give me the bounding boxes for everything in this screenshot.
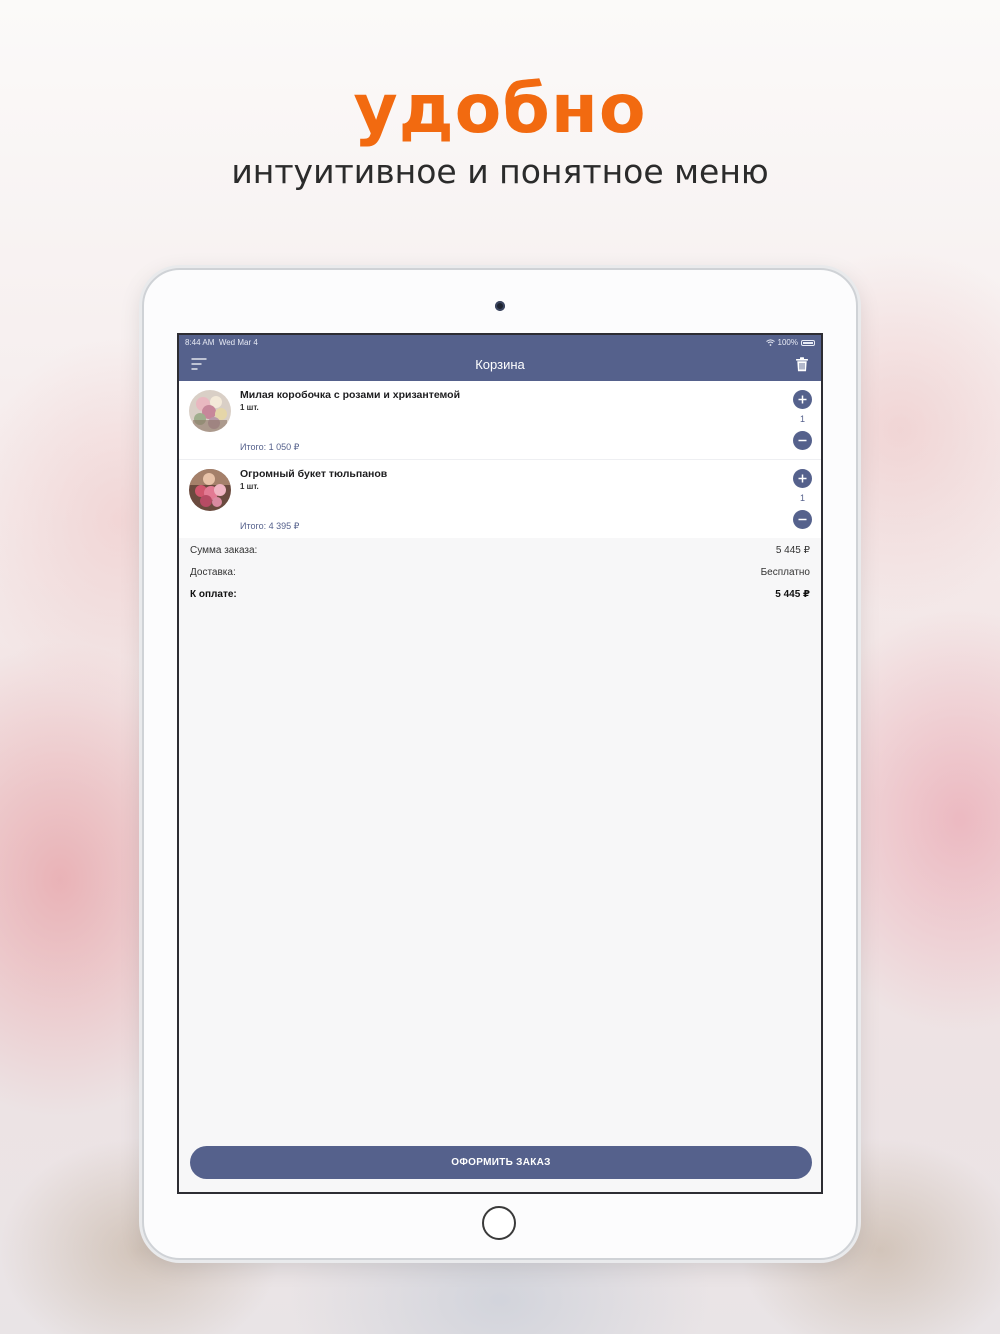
order-sum-value: 5 445 ₽: [775, 545, 810, 556]
battery-icon: [801, 339, 815, 346]
app-screen: 8:44 AM Wed Mar 4 100% Корзина Милая кор…: [177, 333, 823, 1194]
cart-item[interactable]: Милая коробочка с розами и хризантемой 1…: [179, 381, 821, 460]
increase-quantity-button[interactable]: [793, 469, 812, 488]
cart-item[interactable]: Огромный букет тюльпанов 1 шт. Итого: 4 …: [179, 460, 821, 538]
product-name[interactable]: Огромный букет тюльпанов: [240, 468, 387, 480]
product-image-tulips: [189, 469, 231, 511]
order-sum-row: Сумма заказа: 5 445 ₽: [179, 539, 821, 561]
to-pay-row: К оплате: 5 445 ₽: [179, 583, 821, 605]
promo-headline: удобно: [353, 70, 647, 149]
promo-subline: интуитивное и понятное меню: [231, 152, 769, 191]
quantity-value: 1: [799, 414, 805, 424]
product-quantity-label: 1 шт.: [240, 482, 259, 491]
to-pay-value: 5 445 ₽: [775, 589, 810, 600]
product-image-roses-box: [189, 390, 231, 432]
cart-list: Милая коробочка с розами и хризантемой 1…: [179, 381, 821, 538]
quantity-value: 1: [799, 493, 805, 503]
page-title: Корзина: [475, 357, 525, 372]
wifi-icon: [765, 339, 775, 346]
product-name[interactable]: Милая коробочка с розами и хризантемой: [240, 389, 460, 401]
product-quantity-label: 1 шт.: [240, 403, 259, 412]
increase-quantity-button[interactable]: [793, 390, 812, 409]
home-button[interactable]: [482, 1206, 516, 1240]
order-summary: Сумма заказа: 5 445 ₽ Доставка: Бесплатн…: [179, 539, 821, 605]
trash-icon[interactable]: [795, 357, 809, 372]
product-total: Итого: 1 050 ₽: [240, 442, 300, 452]
order-sum-label: Сумма заказа:: [190, 545, 258, 556]
product-total: Итого: 4 395 ₽: [240, 521, 300, 531]
to-pay-label: К оплате:: [190, 589, 237, 600]
delivery-row: Доставка: Бесплатно: [179, 561, 821, 583]
decrease-quantity-button[interactable]: [793, 431, 812, 450]
status-time: 8:44 AM Wed Mar 4: [185, 338, 258, 347]
navigation-bar: 8:44 AM Wed Mar 4 100% Корзина: [179, 335, 821, 381]
camera-icon: [495, 301, 505, 311]
battery-percent: 100%: [777, 338, 798, 347]
delivery-label: Доставка:: [190, 567, 236, 578]
status-indicators: 100%: [765, 338, 815, 347]
checkout-button[interactable]: ОФОРМИТЬ ЗАКАЗ: [190, 1146, 812, 1179]
decrease-quantity-button[interactable]: [793, 510, 812, 529]
delivery-value: Бесплатно: [760, 567, 810, 578]
